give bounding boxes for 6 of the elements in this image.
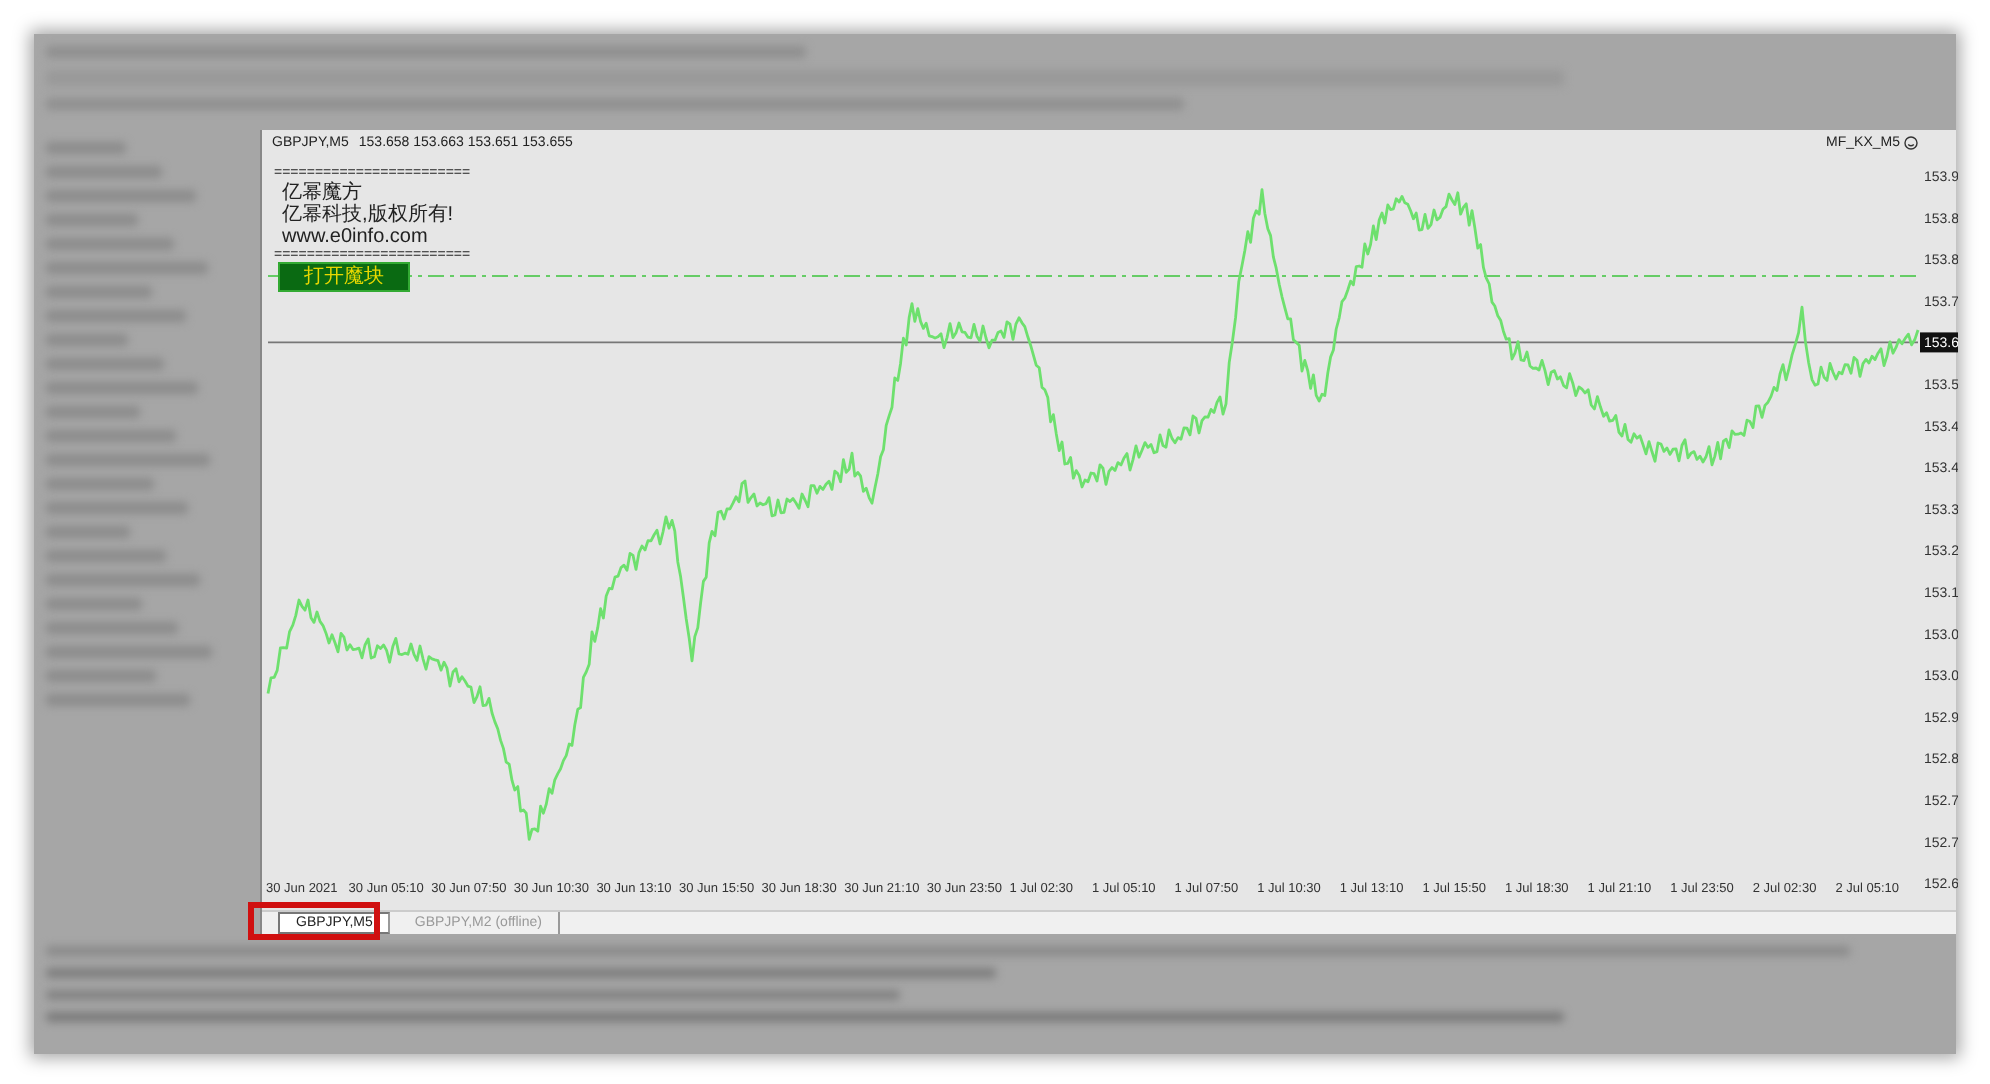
info-text: 亿幂魔方 (280, 182, 364, 204)
info-text: www.e0info.com (280, 226, 430, 248)
open-button[interactable]: 打开魔块 (278, 262, 410, 292)
info-text: 亿幂科技,版权所有! (280, 204, 456, 226)
highlight-frame (248, 902, 380, 940)
smiley-icon (1904, 136, 1918, 150)
